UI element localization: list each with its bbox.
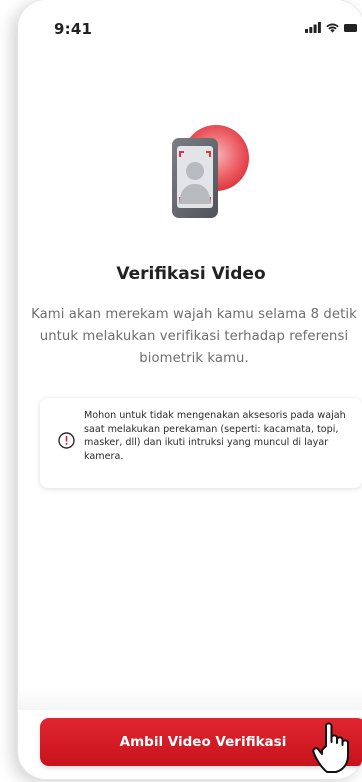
status-bar: 9:41 (18, 0, 362, 48)
pointer-hand-icon (312, 716, 358, 778)
face-verification-illustration (158, 124, 258, 234)
page-title: Verifikasi Video (116, 264, 266, 284)
wifi-icon (325, 22, 340, 33)
notice-card: Mohon untuk tidak mengenakan aksesoris p… (40, 398, 362, 488)
status-time: 9:41 (54, 20, 93, 38)
divider-shade (18, 690, 362, 710)
status-icons (305, 22, 358, 33)
page-description: Kami akan merekam wajah kamu selama 8 de… (31, 307, 357, 366)
phone-screen: 9:41 Verifikasi Video Kami akan merekam … (18, 0, 362, 779)
battery-icon (344, 23, 358, 33)
signal-icon (305, 22, 321, 33)
info-icon (58, 432, 75, 449)
notice-text: Mohon untuk tidak mengenakan aksesoris p… (84, 410, 346, 462)
